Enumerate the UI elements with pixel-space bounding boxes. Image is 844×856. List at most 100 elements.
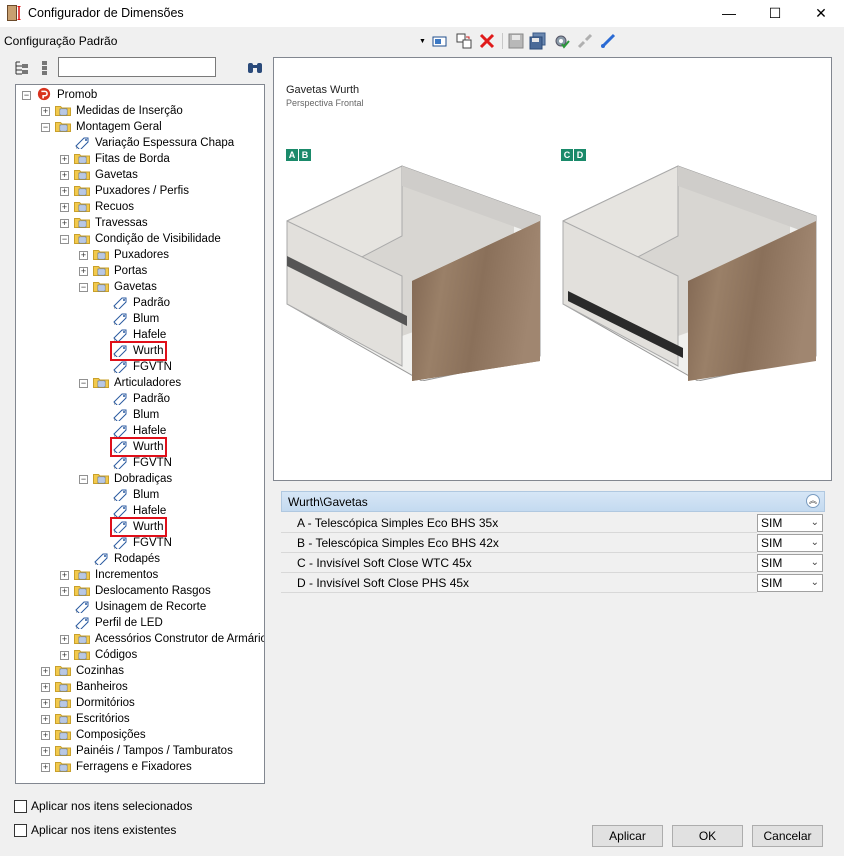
configuration-tree[interactable]: − Promob + Medidas de Inserção − Montagem Ger… (15, 84, 265, 784)
tree-item[interactable]: Rodapés (93, 551, 162, 567)
unlink-icon[interactable] (576, 32, 594, 50)
tree-expander[interactable]: + (60, 219, 69, 228)
tree-item[interactable]: FGVTN (112, 455, 174, 471)
property-value-select[interactable]: SIM ⌄ (757, 534, 823, 552)
tree-item[interactable]: Condição de Visibilidade (74, 231, 223, 247)
preview-subtitle: Perspectiva Frontal (286, 98, 364, 108)
tree-expander[interactable]: + (60, 203, 69, 212)
tree-item[interactable]: Cozinhas (55, 663, 126, 679)
copy-config-icon[interactable] (455, 32, 473, 50)
settings-icon[interactable] (552, 32, 570, 50)
tree-expander[interactable]: + (60, 571, 69, 580)
property-value-select[interactable]: SIM ⌄ (757, 574, 823, 592)
cancel-button[interactable]: Cancelar (752, 825, 823, 847)
tree-item[interactable]: Acessórios Construtor de Armários (74, 631, 264, 647)
property-value-select[interactable]: SIM ⌄ (757, 554, 823, 572)
tree-item[interactable]: Blum (112, 407, 161, 423)
tree-item[interactable]: Perfil de LED (74, 615, 165, 631)
apply-selected-checkbox[interactable] (14, 800, 27, 813)
tree-item[interactable]: Padrão (112, 295, 172, 311)
tree-item[interactable]: Promob (36, 87, 99, 103)
ok-button[interactable]: OK (672, 825, 743, 847)
tree-item[interactable]: Banheiros (55, 679, 130, 695)
property-row: D - Invisível Soft Close PHS 45x SIM ⌄ (281, 573, 825, 593)
tree-item[interactable]: Puxadores (93, 247, 171, 263)
save-all-icon[interactable] (529, 32, 547, 50)
tree-item[interactable]: FGVTN (112, 359, 174, 375)
tree-item[interactable]: Travessas (74, 215, 150, 231)
folder-icon (74, 649, 93, 661)
tree-item[interactable]: Wurth (109, 517, 168, 537)
close-button[interactable]: ✕ (798, 0, 844, 27)
tree-item[interactable]: Incrementos (74, 567, 160, 583)
minimize-button[interactable]: — (706, 0, 752, 27)
tree-item[interactable]: Blum (112, 311, 161, 327)
tree-item[interactable]: Medidas de Inserção (55, 103, 185, 119)
tree-item[interactable]: Dormitórios (55, 695, 137, 711)
collapse-icon[interactable]: ︽ (806, 494, 820, 508)
tree-expander[interactable]: + (41, 683, 50, 692)
save-icon[interactable] (507, 32, 525, 50)
tree-item[interactable]: Wurth (109, 341, 168, 361)
config-dropdown-arrow[interactable]: ▼ (419, 38, 426, 45)
tree-item[interactable]: Blum (112, 487, 161, 503)
tree-expander[interactable]: − (41, 123, 50, 132)
property-value-select[interactable]: SIM ⌄ (757, 514, 823, 532)
tree-search-input[interactable] (58, 57, 216, 77)
tree-item[interactable]: Recuos (74, 199, 136, 215)
tree-expander[interactable]: + (60, 587, 69, 596)
tree-expander[interactable]: + (60, 635, 69, 644)
tree-item-label: Perfil de LED (95, 617, 163, 629)
tree-item[interactable]: Ferragens e Fixadores (55, 759, 194, 775)
tree-item[interactable]: Variação Espessura Chapa (74, 135, 236, 151)
tree-expander[interactable]: + (60, 171, 69, 180)
tree-expander[interactable]: + (41, 107, 50, 116)
tree-item[interactable]: Portas (93, 263, 149, 279)
collapse-all-icon[interactable] (38, 60, 52, 76)
tree-expander[interactable]: − (60, 235, 69, 244)
tree-expander[interactable]: + (79, 251, 88, 260)
tree-item[interactable]: Deslocamento Rasgos (74, 583, 213, 599)
apply-button[interactable]: Aplicar (592, 825, 663, 847)
tree-expander[interactable]: + (60, 187, 69, 196)
tree-item[interactable]: Puxadores / Perfis (74, 183, 191, 199)
tree-expander[interactable]: + (79, 267, 88, 276)
select-icon[interactable] (431, 32, 449, 50)
tree-item[interactable]: Montagem Geral (55, 119, 164, 135)
tree-expander[interactable]: − (79, 379, 88, 388)
expand-all-icon[interactable] (14, 60, 30, 76)
tree-expander[interactable]: + (41, 747, 50, 756)
tree-expander[interactable]: + (60, 651, 69, 660)
tree-item[interactable]: Escritórios (55, 711, 132, 727)
tree-expander[interactable]: + (41, 763, 50, 772)
tree-expander[interactable]: + (41, 715, 50, 724)
tree-item[interactable]: Padrão (112, 391, 172, 407)
tree-item[interactable]: FGVTN (112, 535, 174, 551)
tree-item[interactable]: Fitas de Borda (74, 151, 172, 167)
tree-expander[interactable]: − (79, 475, 88, 484)
tree-item[interactable]: Composições (55, 727, 148, 743)
tree-item[interactable]: Gavetas (93, 279, 159, 295)
tree-item[interactable]: Dobradiças (93, 471, 174, 487)
tree-item[interactable]: Gavetas (74, 167, 140, 183)
tree-expander[interactable]: − (79, 283, 88, 292)
tree-expander[interactable]: + (41, 667, 50, 676)
tree-expander[interactable]: + (41, 699, 50, 708)
tree-item[interactable]: Usinagem de Recorte (74, 599, 208, 615)
delete-icon[interactable] (478, 32, 496, 50)
link-icon[interactable] (599, 32, 617, 50)
binoculars-icon[interactable] (247, 60, 263, 74)
tree-item[interactable]: Articuladores (93, 375, 183, 391)
tree-item[interactable]: Hafele (112, 423, 168, 439)
tree-item[interactable]: Wurth (109, 437, 168, 457)
tree-item[interactable]: Códigos (74, 647, 139, 663)
tree-item[interactable]: Hafele (112, 503, 168, 519)
apply-existing-checkbox[interactable] (14, 824, 27, 837)
tree-item[interactable]: Hafele (112, 327, 168, 343)
tree-expander[interactable]: − (22, 91, 31, 100)
maximize-button[interactable]: ☐ (752, 0, 798, 27)
folder-icon (55, 121, 74, 133)
tree-item[interactable]: Painéis / Tampos / Tamburatos (55, 743, 235, 759)
tree-expander[interactable]: + (41, 731, 50, 740)
tree-expander[interactable]: + (60, 155, 69, 164)
